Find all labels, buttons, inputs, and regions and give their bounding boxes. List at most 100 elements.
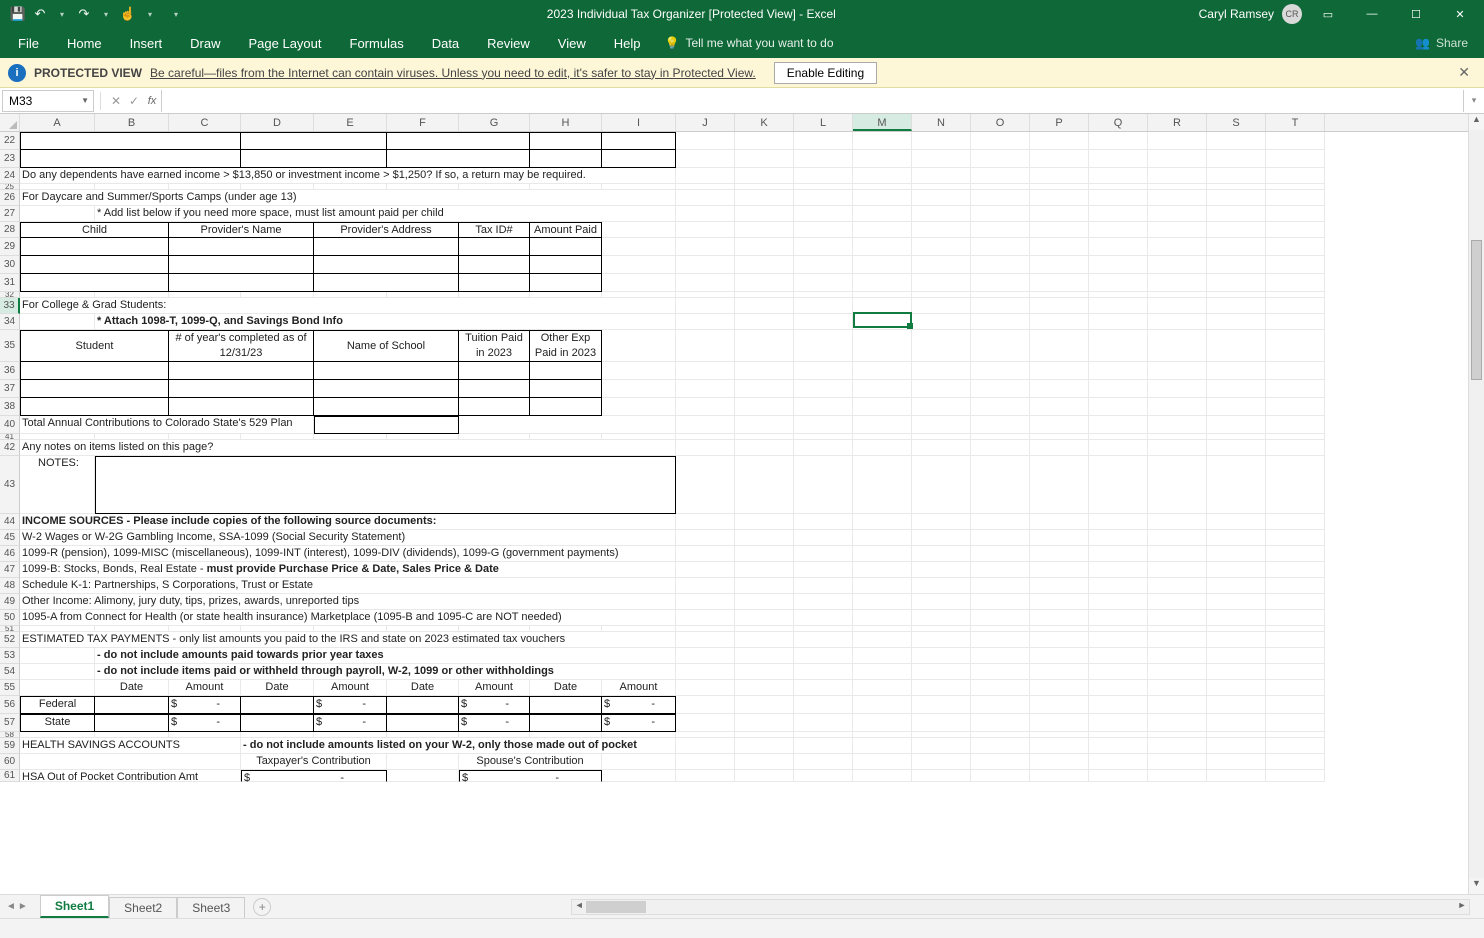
cell[interactable] bbox=[1148, 150, 1207, 168]
cell-text[interactable]: INCOME SOURCES - Please include copies o… bbox=[20, 514, 676, 530]
cell[interactable] bbox=[1030, 362, 1089, 380]
cell[interactable] bbox=[676, 314, 735, 330]
cell[interactable] bbox=[1148, 314, 1207, 330]
user-name[interactable]: Caryl Ramsey bbox=[1199, 7, 1274, 21]
protected-view-message[interactable]: Be careful—files from the Internet can c… bbox=[150, 66, 756, 80]
cell[interactable] bbox=[1266, 380, 1325, 398]
cell[interactable] bbox=[1089, 562, 1148, 578]
cell[interactable] bbox=[912, 440, 971, 456]
cell[interactable] bbox=[853, 648, 912, 664]
col-header-m[interactable]: M bbox=[853, 114, 912, 131]
cell[interactable] bbox=[1148, 132, 1207, 150]
cell[interactable] bbox=[1089, 398, 1148, 416]
cell[interactable] bbox=[241, 132, 387, 150]
cell[interactable] bbox=[971, 696, 1030, 714]
cell[interactable] bbox=[1030, 546, 1089, 562]
row-header-57[interactable]: 57 bbox=[0, 714, 20, 732]
cell[interactable] bbox=[912, 398, 971, 416]
cell[interactable] bbox=[1266, 680, 1325, 696]
cell[interactable] bbox=[912, 256, 971, 274]
cell[interactable] bbox=[1089, 132, 1148, 150]
cell[interactable] bbox=[853, 578, 912, 594]
cell[interactable] bbox=[1207, 274, 1266, 292]
cell[interactable] bbox=[1207, 770, 1266, 782]
cell[interactable] bbox=[676, 594, 735, 610]
cell[interactable] bbox=[459, 380, 530, 398]
cell[interactable] bbox=[794, 648, 853, 664]
cell[interactable] bbox=[1030, 314, 1089, 330]
cell[interactable] bbox=[971, 578, 1030, 594]
vertical-scrollbar[interactable]: ▲ ▼ bbox=[1468, 114, 1484, 894]
cell[interactable] bbox=[387, 132, 530, 150]
cell-text[interactable]: HSA Out of Pocket Contribution Amt bbox=[20, 770, 241, 782]
cell[interactable] bbox=[735, 298, 794, 314]
cell[interactable] bbox=[1266, 594, 1325, 610]
cell[interactable] bbox=[1148, 578, 1207, 594]
cell[interactable] bbox=[735, 664, 794, 680]
cell[interactable] bbox=[971, 664, 1030, 680]
cell-header[interactable]: Date bbox=[241, 680, 314, 696]
cell[interactable] bbox=[1030, 594, 1089, 610]
row-header-42[interactable]: 42 bbox=[0, 440, 20, 456]
cell-header[interactable]: Date bbox=[530, 680, 602, 696]
cell[interactable] bbox=[1266, 714, 1325, 732]
cell[interactable] bbox=[1030, 398, 1089, 416]
tab-formulas[interactable]: Formulas bbox=[336, 28, 418, 58]
cell[interactable] bbox=[971, 132, 1030, 150]
cell[interactable] bbox=[676, 664, 735, 680]
cell[interactable] bbox=[853, 514, 912, 530]
cell[interactable] bbox=[735, 256, 794, 274]
cell[interactable] bbox=[794, 222, 853, 238]
cell[interactable] bbox=[676, 256, 735, 274]
cell[interactable] bbox=[1148, 594, 1207, 610]
cell[interactable] bbox=[20, 380, 169, 398]
cell[interactable] bbox=[1030, 440, 1089, 456]
cell[interactable] bbox=[95, 696, 169, 714]
cell-text[interactable]: ESTIMATED TAX PAYMENTS - only list amoun… bbox=[20, 632, 676, 648]
cell[interactable] bbox=[676, 330, 735, 362]
cell[interactable] bbox=[1089, 648, 1148, 664]
cell[interactable] bbox=[676, 416, 735, 434]
col-header-d[interactable]: D bbox=[241, 114, 314, 131]
cell[interactable] bbox=[853, 362, 912, 380]
cell[interactable] bbox=[314, 256, 459, 274]
cell[interactable] bbox=[912, 738, 971, 754]
sheet-nav-prev-icon[interactable]: ◄ bbox=[6, 901, 16, 912]
row-header-43[interactable]: 43 bbox=[0, 456, 20, 514]
cell-header[interactable]: Amount bbox=[169, 680, 241, 696]
cell[interactable] bbox=[1266, 362, 1325, 380]
cell-header[interactable]: Child bbox=[20, 222, 169, 238]
cell[interactable] bbox=[735, 578, 794, 594]
cell[interactable] bbox=[1030, 168, 1089, 184]
cell[interactable] bbox=[1266, 132, 1325, 150]
cell[interactable] bbox=[1207, 440, 1266, 456]
cell[interactable] bbox=[1148, 238, 1207, 256]
cell[interactable] bbox=[169, 362, 314, 380]
cell[interactable] bbox=[853, 680, 912, 696]
cell[interactable] bbox=[1148, 416, 1207, 434]
cell[interactable] bbox=[1266, 530, 1325, 546]
tab-review[interactable]: Review bbox=[473, 28, 544, 58]
cell[interactable] bbox=[1148, 256, 1207, 274]
row-header-50[interactable]: 50 bbox=[0, 610, 20, 626]
cell-text[interactable]: * Add list below if you need more space,… bbox=[95, 206, 676, 222]
row-header-48[interactable]: 48 bbox=[0, 578, 20, 594]
col-header-n[interactable]: N bbox=[912, 114, 971, 131]
sheet-tab-1[interactable]: Sheet1 bbox=[40, 895, 109, 918]
cell[interactable] bbox=[676, 714, 735, 732]
cell[interactable] bbox=[1148, 398, 1207, 416]
col-header-q[interactable]: Q bbox=[1089, 114, 1148, 131]
cell[interactable] bbox=[912, 664, 971, 680]
cell[interactable] bbox=[676, 132, 735, 150]
cell[interactable] bbox=[971, 190, 1030, 206]
cell[interactable] bbox=[735, 738, 794, 754]
undo-icon[interactable]: ↶ bbox=[32, 6, 48, 22]
cell[interactable] bbox=[912, 150, 971, 168]
cell-text[interactable]: Other Income: Alimony, jury duty, tips, … bbox=[20, 594, 676, 610]
cell[interactable] bbox=[1148, 610, 1207, 626]
col-header-r[interactable]: R bbox=[1148, 114, 1207, 131]
cell[interactable] bbox=[1148, 514, 1207, 530]
cell[interactable] bbox=[1266, 190, 1325, 206]
cell[interactable] bbox=[387, 770, 459, 782]
cell[interactable] bbox=[459, 362, 530, 380]
